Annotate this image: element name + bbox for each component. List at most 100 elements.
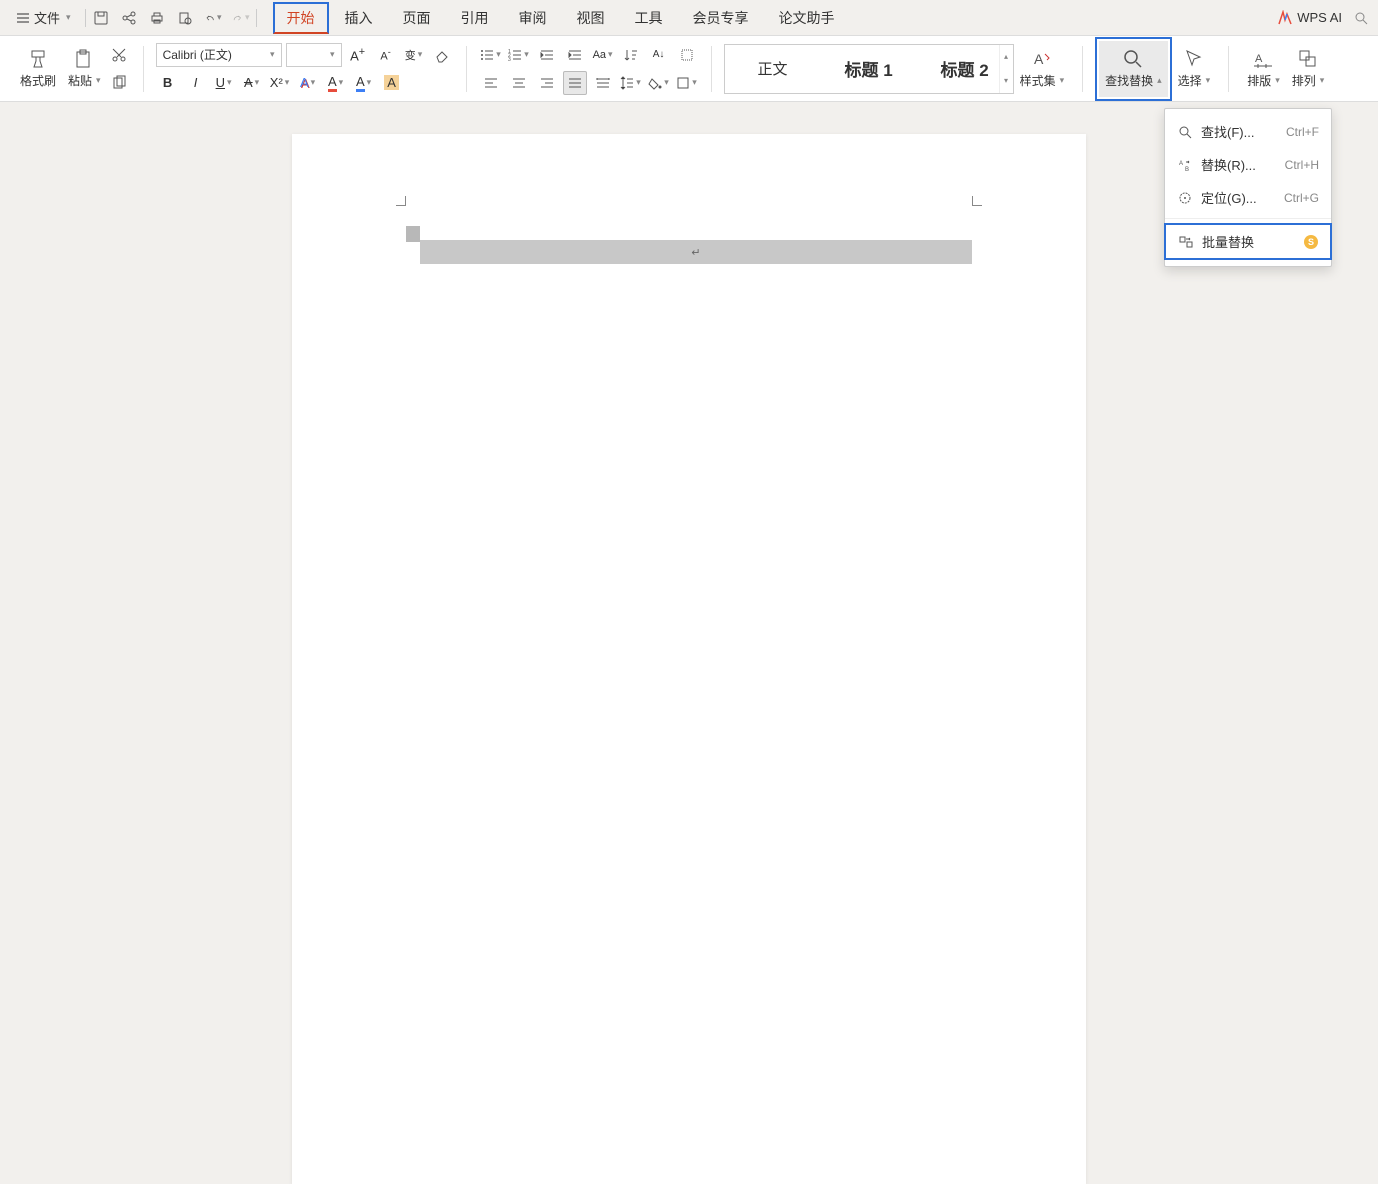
- font-color-icon: A: [356, 74, 365, 92]
- bullet-icon: [480, 48, 494, 62]
- search-button[interactable]: [1352, 9, 1370, 27]
- gallery-scroll-down[interactable]: ▾: [1000, 69, 1013, 93]
- find-replace-dropdown: 查找(F)... Ctrl+F AB 替换(R)... Ctrl+H 定位(G)…: [1164, 108, 1332, 267]
- copy-button[interactable]: [107, 71, 131, 95]
- share-button[interactable]: [120, 9, 138, 27]
- search-icon: [1122, 48, 1144, 70]
- text-selection[interactable]: ↵: [406, 226, 972, 266]
- clear-formatting-button[interactable]: [430, 43, 454, 67]
- paste-button[interactable]: 粘贴▾: [62, 41, 107, 97]
- char-shading-button[interactable]: A: [380, 71, 404, 95]
- dropdown-batch-replace[interactable]: 批量替换 S: [1164, 223, 1332, 260]
- wps-ai-button[interactable]: WPS AI: [1277, 10, 1342, 26]
- separator: [85, 9, 86, 27]
- justify-button[interactable]: [563, 71, 587, 95]
- align-center-button[interactable]: [507, 71, 531, 95]
- font-color-button[interactable]: A▾: [352, 71, 376, 95]
- preview-icon: [177, 10, 193, 26]
- tab-page[interactable]: 页面: [389, 2, 445, 34]
- align-right-button[interactable]: [535, 71, 559, 95]
- text-effects-button[interactable]: A▾: [296, 71, 320, 95]
- format-painter-button[interactable]: 格式刷: [14, 41, 62, 97]
- target-icon: [1178, 191, 1192, 205]
- underline-button[interactable]: U▾: [212, 71, 236, 95]
- redo-button[interactable]: ▾: [232, 9, 250, 27]
- find-replace-label: 查找替换: [1105, 72, 1153, 89]
- dropdown-find[interactable]: 查找(F)... Ctrl+F: [1165, 115, 1331, 148]
- undo-button[interactable]: ▾: [204, 9, 222, 27]
- share-icon: [121, 10, 137, 26]
- italic-button[interactable]: I: [184, 71, 208, 95]
- gallery-scroll-up[interactable]: ▴: [1000, 45, 1013, 69]
- batch-replace-icon: [1179, 235, 1193, 249]
- font-name-value: Calibri (正文): [163, 46, 232, 63]
- bullet-list-button[interactable]: ▾: [479, 43, 503, 67]
- bold-icon: B: [163, 75, 172, 90]
- change-case-button[interactable]: Aa▾: [591, 43, 615, 67]
- cut-button[interactable]: [107, 43, 131, 67]
- pilcrow-icon: [680, 48, 694, 62]
- style-set-button[interactable]: A 样式集▾: [1014, 41, 1071, 97]
- separator: [256, 9, 257, 27]
- find-shortcut: Ctrl+F: [1286, 125, 1319, 139]
- decrease-indent-button[interactable]: [535, 43, 559, 67]
- goto-shortcut: Ctrl+G: [1284, 191, 1319, 205]
- font-selector[interactable]: Calibri (正文)▾: [156, 43, 282, 67]
- highlight-button[interactable]: A▾: [324, 71, 348, 95]
- paste-icon: [73, 48, 95, 70]
- print-preview-button[interactable]: [176, 9, 194, 27]
- select-button[interactable]: 选择▾: [1172, 41, 1217, 97]
- svg-text:B: B: [1185, 167, 1189, 172]
- style-set-icon: A: [1031, 48, 1053, 70]
- align-right-icon: [540, 76, 554, 90]
- layout-button[interactable]: A 排版▾: [1241, 41, 1286, 97]
- dropdown-replace[interactable]: AB 替换(R)... Ctrl+H: [1165, 148, 1331, 181]
- arrange-label: 排列: [1292, 72, 1316, 89]
- show-marks-button[interactable]: [675, 43, 699, 67]
- phonetic-guide-button[interactable]: 变▾: [402, 43, 426, 67]
- tab-references[interactable]: 引用: [447, 2, 503, 34]
- sort-button[interactable]: [619, 43, 643, 67]
- arrange-button[interactable]: 排列▾: [1286, 41, 1331, 97]
- increase-indent-button[interactable]: [563, 43, 587, 67]
- tab-insert[interactable]: 插入: [331, 2, 387, 34]
- distribute-button[interactable]: [591, 71, 615, 95]
- strikethrough-button[interactable]: A▾: [240, 71, 264, 95]
- find-label: 查找(F)...: [1201, 122, 1278, 141]
- save-button[interactable]: [92, 9, 110, 27]
- bold-button[interactable]: B: [156, 71, 180, 95]
- save-icon: [93, 10, 109, 26]
- tab-view[interactable]: 视图: [563, 2, 619, 34]
- file-menu[interactable]: 文件 ▾: [8, 4, 79, 31]
- tab-thesis[interactable]: 论文助手: [765, 2, 849, 34]
- separator: [1082, 46, 1083, 92]
- text-direction-button[interactable]: A↓: [647, 43, 671, 67]
- number-list-button[interactable]: 123▾: [507, 43, 531, 67]
- separator: [466, 46, 467, 92]
- line-spacing-button[interactable]: ▾: [619, 71, 643, 95]
- find-replace-button[interactable]: 查找替换▴: [1099, 41, 1168, 97]
- tab-review[interactable]: 审阅: [505, 2, 561, 34]
- align-left-button[interactable]: [479, 71, 503, 95]
- svg-text:A: A: [1255, 53, 1263, 65]
- borders-button[interactable]: ▾: [675, 71, 699, 95]
- shrink-font-button[interactable]: A-: [374, 43, 398, 67]
- document-page[interactable]: ↵: [292, 134, 1086, 1184]
- grow-font-icon: A+: [350, 46, 365, 63]
- superscript-button[interactable]: X²▾: [268, 71, 292, 95]
- redo-icon: [232, 10, 243, 26]
- tab-tools[interactable]: 工具: [621, 2, 677, 34]
- borders-icon: [676, 76, 690, 90]
- font-size-selector[interactable]: ▾: [286, 43, 342, 67]
- text-effects-icon: A: [300, 75, 309, 90]
- styles-gallery[interactable]: 正文 标题 1 标题 2 ▴ ▾: [724, 44, 1014, 94]
- style-normal[interactable]: 正文: [725, 58, 821, 79]
- tab-home[interactable]: 开始: [273, 2, 329, 34]
- case-icon: Aa: [593, 49, 606, 61]
- tab-member[interactable]: 会员专享: [679, 2, 763, 34]
- shading-button[interactable]: ▾: [647, 71, 671, 95]
- dropdown-goto[interactable]: 定位(G)... Ctrl+G: [1165, 181, 1331, 214]
- print-button[interactable]: [148, 9, 166, 27]
- grow-font-button[interactable]: A+: [346, 43, 370, 67]
- style-heading1[interactable]: 标题 1: [821, 56, 917, 81]
